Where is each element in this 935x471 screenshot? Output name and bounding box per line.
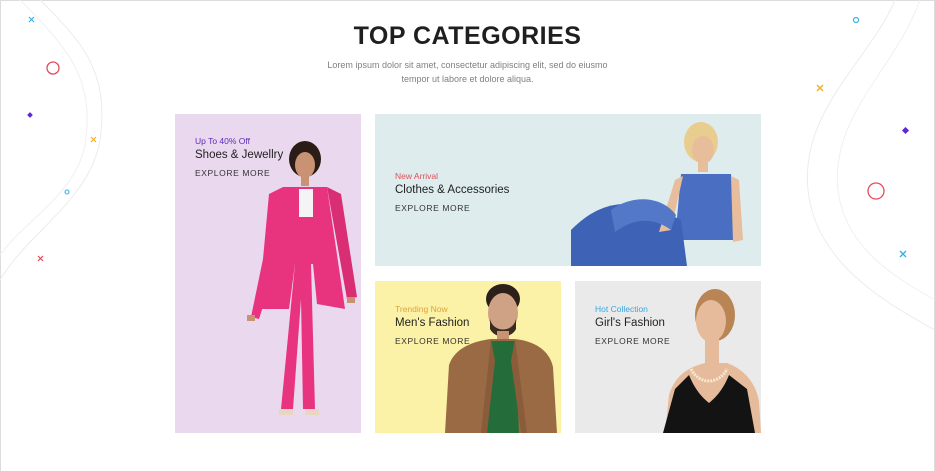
card-text: New Arrival Clothes & Accessories EXPLOR… [395, 171, 509, 213]
category-card-mens-fashion[interactable]: Trending Now Men's Fashion EXPLORE MORE [375, 281, 561, 433]
subtitle-line: Lorem ipsum dolor sit amet, consectetur … [327, 60, 608, 70]
card-title: Clothes & Accessories [395, 184, 510, 196]
subtitle-line: tempor ut labore et dolore aliqua. [401, 73, 534, 84]
card-text: Hot Collection Girl's Fashion EXPLORE MO… [595, 304, 670, 346]
card-title: Shoes & Jewellry [195, 149, 284, 161]
woman-black-top-image [663, 289, 761, 433]
woman-pink-suit-image [247, 141, 357, 415]
card-title: Girl's Fashion [595, 317, 665, 329]
category-card-clothes-accessories[interactable]: New Arrival Clothes & Accessories EXPLOR… [375, 114, 761, 266]
explore-more-link[interactable]: EXPLORE MORE [195, 168, 283, 178]
explore-more-link[interactable]: EXPLORE MORE [595, 336, 670, 346]
card-tag: New Arrival [395, 171, 438, 181]
section-subtitle: Lorem ipsum dolor sit amet, consectetur … [0, 59, 935, 86]
card-tag: Trending Now [395, 304, 448, 314]
card-text: Up To 40% Off Shoes & Jewellry EXPLORE M… [195, 136, 283, 178]
category-card-girls-fashion[interactable]: Hot Collection Girl's Fashion EXPLORE MO… [575, 281, 761, 433]
card-tag: Up To 40% Off [195, 136, 250, 146]
card-tag: Hot Collection [595, 304, 648, 314]
explore-more-link[interactable]: EXPLORE MORE [395, 203, 509, 213]
card-text: Trending Now Men's Fashion EXPLORE MORE [395, 304, 470, 346]
woman-blue-outfit-image [571, 122, 743, 266]
card-title: Men's Fashion [395, 317, 470, 329]
category-card-shoes-jewellry[interactable]: Up To 40% Off Shoes & Jewellry EXPLORE M… [175, 114, 361, 433]
explore-more-link[interactable]: EXPLORE MORE [395, 336, 470, 346]
section-title: TOP CATEGORIES [353, 22, 582, 50]
